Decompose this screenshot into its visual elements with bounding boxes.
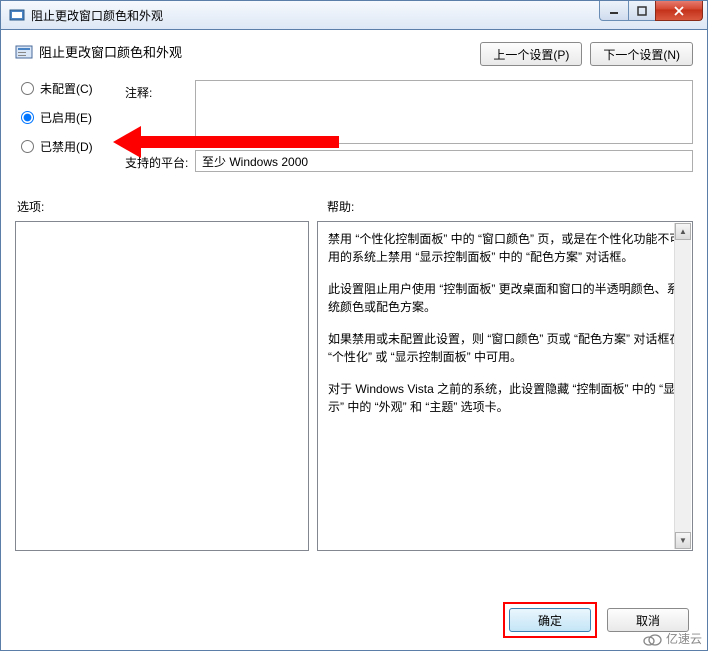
next-setting-button[interactable]: 下一个设置(N)	[590, 42, 693, 66]
cloud-icon	[642, 632, 662, 646]
watermark: 亿速云	[642, 630, 702, 647]
radio-not-configured-input[interactable]	[21, 82, 34, 95]
window-controls	[600, 1, 703, 21]
close-button[interactable]	[655, 1, 703, 21]
titlebar: 阻止更改窗口颜色和外观	[0, 0, 708, 30]
radio-disabled-label: 已禁用(D)	[40, 138, 93, 155]
radio-enabled[interactable]: 已启用(E)	[21, 109, 125, 126]
header-row: 阻止更改窗口颜色和外观 上一个设置(P) 下一个设置(N)	[15, 42, 693, 66]
comment-label: 注释:	[125, 80, 195, 101]
previous-setting-button[interactable]: 上一个设置(P)	[480, 42, 582, 66]
options-label: 选项:	[15, 198, 315, 215]
window-title: 阻止更改窗口颜色和外观	[31, 7, 163, 24]
radio-enabled-label: 已启用(E)	[40, 109, 92, 126]
help-scrollbar[interactable]: ▲ ▼	[674, 223, 691, 549]
comment-textarea[interactable]	[195, 80, 693, 144]
radio-disabled[interactable]: 已禁用(D)	[21, 138, 125, 155]
help-p2: 此设置阻止用户使用 “控制面板” 更改桌面和窗口的半透明颜色、系统颜色或配色方案…	[328, 280, 682, 316]
window-body: 阻止更改窗口颜色和外观 上一个设置(P) 下一个设置(N) 未配置(C) 已启用…	[0, 30, 708, 651]
cancel-button[interactable]: 取消	[607, 608, 689, 632]
ok-highlight-box: 确定	[503, 602, 597, 638]
scroll-down-icon[interactable]: ▼	[675, 532, 691, 549]
help-p1: 禁用 “个性化控制面板” 中的 “窗口颜色” 页，或是在个性化功能不可用的系统上…	[328, 230, 682, 266]
watermark-text: 亿速云	[666, 630, 702, 647]
maximize-button[interactable]	[628, 1, 656, 21]
radio-not-configured-label: 未配置(C)	[40, 80, 93, 97]
policy-header-icon	[15, 43, 33, 61]
minimize-button[interactable]	[599, 1, 629, 21]
help-p3: 如果禁用或未配置此设置，则 “窗口颜色” 页或 “配色方案” 对话框在 “个性化…	[328, 330, 682, 366]
platform-label: 支持的平台:	[125, 150, 195, 171]
help-label: 帮助:	[315, 198, 354, 215]
radio-disabled-input[interactable]	[21, 140, 34, 153]
policy-icon	[9, 7, 25, 23]
help-p4: 对于 Windows Vista 之前的系统，此设置隐藏 “控制面板” 中的 “…	[328, 380, 682, 416]
radio-group: 未配置(C) 已启用(E) 已禁用(D)	[15, 80, 125, 178]
scroll-up-icon[interactable]: ▲	[675, 223, 691, 240]
platform-value: 至少 Windows 2000	[195, 150, 693, 172]
help-text: 禁用 “个性化控制面板” 中的 “窗口颜色” 页，或是在个性化功能不可用的系统上…	[328, 230, 682, 416]
policy-title: 阻止更改窗口颜色和外观	[39, 42, 182, 61]
ok-button[interactable]: 确定	[509, 608, 591, 632]
radio-not-configured[interactable]: 未配置(C)	[21, 80, 125, 97]
help-pane: 禁用 “个性化控制面板” 中的 “窗口颜色” 页，或是在个性化功能不可用的系统上…	[317, 221, 693, 551]
radio-enabled-input[interactable]	[21, 111, 34, 124]
options-pane	[15, 221, 309, 551]
